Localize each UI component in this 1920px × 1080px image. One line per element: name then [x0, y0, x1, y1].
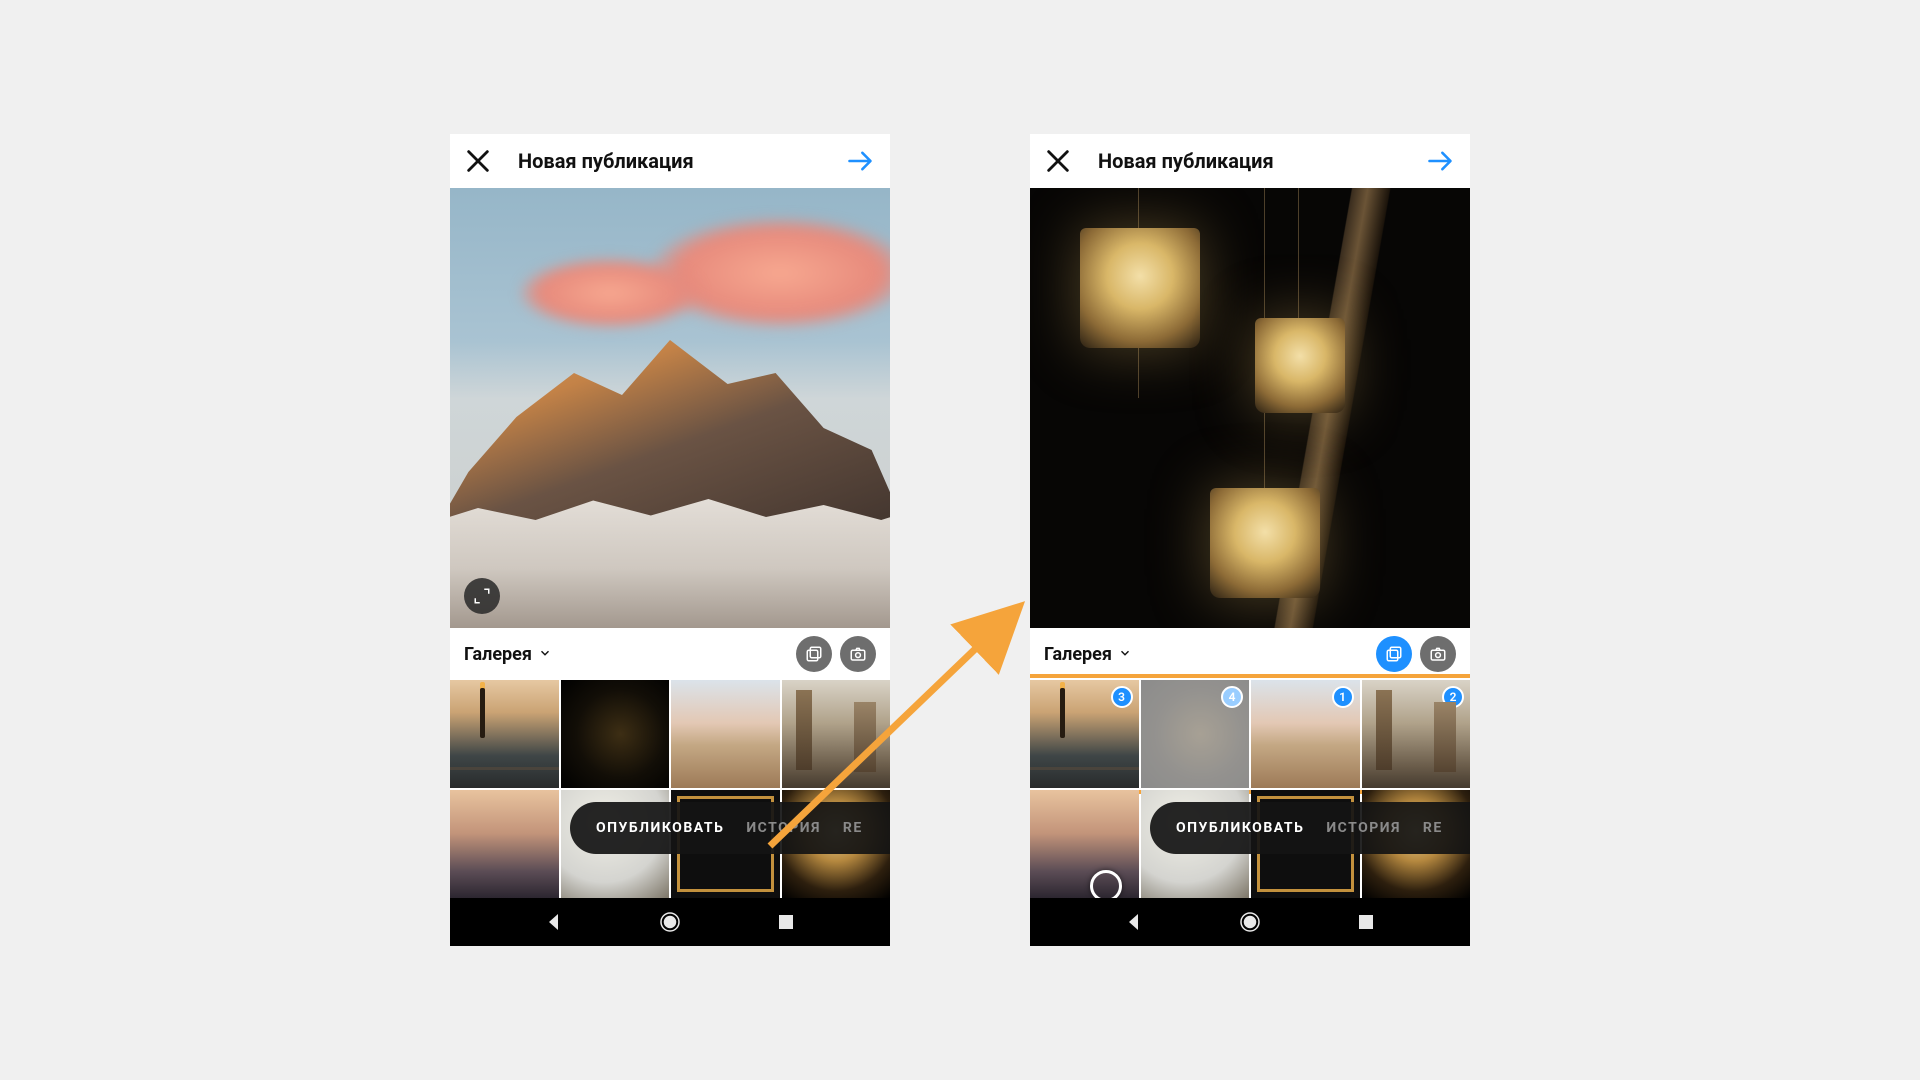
close-icon[interactable]: [464, 147, 492, 175]
gallery-picker[interactable]: Галерея: [464, 644, 552, 665]
selection-badge: 2: [1442, 686, 1464, 708]
gallery-thumb-selected[interactable]: 1: [1251, 680, 1360, 788]
header-title: Новая публикация: [492, 149, 844, 173]
close-icon[interactable]: [1044, 147, 1072, 175]
nav-home-icon[interactable]: [1238, 910, 1262, 934]
gallery-thumb[interactable]: [450, 680, 559, 788]
gallery-label: Галерея: [464, 644, 532, 665]
multi-select-icon[interactable]: [796, 636, 832, 672]
nav-recents-icon[interactable]: [774, 910, 798, 934]
tab-story[interactable]: ИСТОРИЯ: [746, 820, 821, 836]
gallery-thumb[interactable]: [1030, 790, 1139, 898]
header-title: Новая публикация: [1072, 149, 1424, 173]
mode-tabs: ОПУБЛИКОВАТЬ ИСТОРИЯ RE: [1150, 802, 1470, 854]
gallery-grid: 3 4 1 2 ОПУБЛИКОВАТЬ И: [1030, 680, 1470, 898]
expand-crop-icon[interactable]: [464, 578, 500, 614]
nav-back-icon[interactable]: [1122, 910, 1146, 934]
tab-story[interactable]: ИСТОРИЯ: [1326, 820, 1401, 836]
selection-indicator-empty: [1090, 870, 1122, 898]
tab-reels[interactable]: RE: [843, 820, 863, 836]
chevron-down-icon: [538, 644, 552, 665]
header: Новая публикация: [1030, 134, 1470, 188]
next-arrow-icon[interactable]: [844, 147, 876, 175]
gallery-thumb[interactable]: [561, 680, 670, 788]
tab-publish[interactable]: ОПУБЛИКОВАТЬ: [596, 820, 724, 836]
gallery-picker[interactable]: Галерея: [1044, 644, 1132, 665]
selection-badge: 3: [1111, 686, 1133, 708]
gallery-thumb[interactable]: [782, 680, 891, 788]
camera-icon[interactable]: [1420, 636, 1456, 672]
phone-screenshot-right: Новая публикация Галерея: [1030, 134, 1470, 946]
gallery-source-bar: Галерея: [450, 628, 890, 680]
gallery-thumb-selected[interactable]: 2: [1362, 680, 1471, 788]
android-nav-bar: [1030, 898, 1470, 946]
gallery-thumb-selected[interactable]: 3: [1030, 680, 1139, 788]
gallery-source-bar: Галерея: [1030, 628, 1470, 680]
tab-publish[interactable]: ОПУБЛИКОВАТЬ: [1176, 820, 1304, 836]
selection-badge: 1: [1332, 686, 1354, 708]
nav-back-icon[interactable]: [542, 910, 566, 934]
tab-reels[interactable]: RE: [1423, 820, 1443, 836]
camera-icon[interactable]: [840, 636, 876, 672]
gallery-label: Галерея: [1044, 644, 1112, 665]
android-nav-bar: [450, 898, 890, 946]
nav-recents-icon[interactable]: [1354, 910, 1378, 934]
gallery-thumb-selected[interactable]: 4: [1141, 680, 1250, 788]
gallery-thumb[interactable]: [450, 790, 559, 898]
phone-screenshot-left: Новая публикация Галерея: [450, 134, 890, 946]
nav-home-icon[interactable]: [658, 910, 682, 934]
selection-badge: 4: [1221, 686, 1243, 708]
header: Новая публикация: [450, 134, 890, 188]
mode-tabs: ОПУБЛИКОВАТЬ ИСТОРИЯ RE: [570, 802, 890, 854]
gallery-thumb[interactable]: [671, 680, 780, 788]
multi-select-icon[interactable]: [1376, 636, 1412, 672]
gallery-grid: ОПУБЛИКОВАТЬ ИСТОРИЯ RE: [450, 680, 890, 898]
preview-image-lamps[interactable]: [1030, 188, 1470, 628]
next-arrow-icon[interactable]: [1424, 147, 1456, 175]
preview-image-mountain[interactable]: [450, 188, 890, 628]
chevron-down-icon: [1118, 644, 1132, 665]
